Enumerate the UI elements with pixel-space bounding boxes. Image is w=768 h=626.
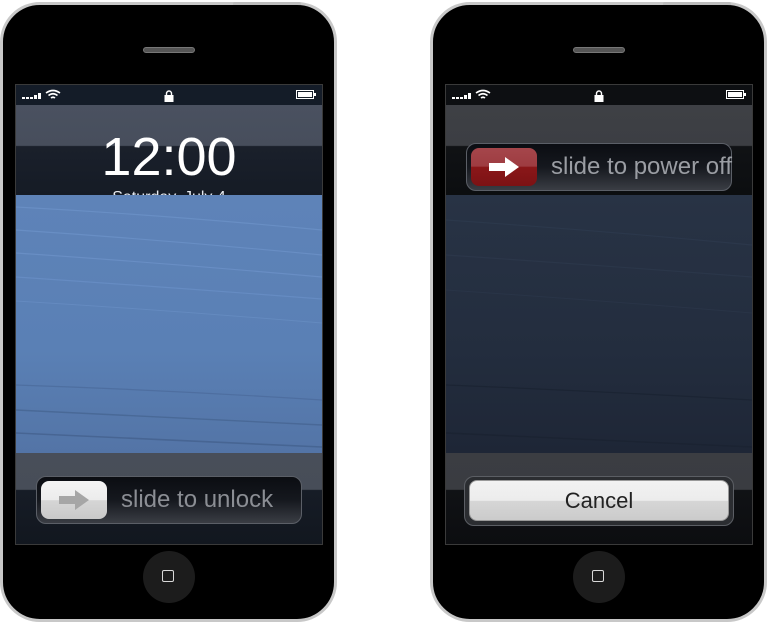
- slider-knob[interactable]: [41, 481, 107, 519]
- battery-icon: [726, 90, 746, 99]
- battery-icon: [296, 90, 316, 99]
- wifi-icon: [475, 89, 491, 99]
- power-off-panel: slide to power off: [446, 105, 752, 195]
- arrow-right-icon: [59, 490, 89, 510]
- sleep-wake-button[interactable]: [663, 2, 731, 5]
- signal-strength-icon: [452, 93, 471, 99]
- lock-icon: [164, 90, 174, 102]
- cancel-button-frame: Cancel: [464, 476, 734, 526]
- lock-icon: [594, 90, 604, 102]
- home-button[interactable]: [572, 551, 625, 603]
- wallpaper-waves: [446, 219, 752, 448]
- wallpaper: [446, 195, 752, 454]
- slide-to-unlock-slider[interactable]: slide to unlock: [36, 476, 302, 524]
- screen: 12:00 Saturday, July 4: [15, 84, 323, 545]
- slide-to-power-off-slider[interactable]: slide to power off: [466, 143, 732, 191]
- earpiece-speaker: [142, 47, 195, 53]
- wifi-icon: [45, 89, 61, 99]
- phone-lock-screen: 12:00 Saturday, July 4: [0, 2, 337, 622]
- home-square-icon: [161, 570, 174, 582]
- status-bar: [446, 85, 752, 105]
- status-bar: [16, 85, 322, 105]
- home-square-icon: [591, 570, 604, 582]
- wallpaper-waves: [16, 206, 322, 448]
- signal-strength-icon: [22, 93, 41, 99]
- home-button[interactable]: [142, 551, 195, 603]
- screen: slide to power off Cancel: [445, 84, 753, 545]
- arrow-right-icon: [489, 157, 519, 177]
- slider-label: slide to unlock: [121, 486, 274, 513]
- slider-knob[interactable]: [471, 148, 537, 186]
- unlock-panel: slide to unlock: [16, 453, 322, 544]
- cancel-panel: Cancel: [446, 453, 752, 544]
- sleep-wake-button[interactable]: [233, 2, 301, 5]
- clock-time: 12:00: [101, 127, 237, 187]
- cancel-button[interactable]: Cancel: [469, 480, 729, 521]
- slider-label: slide to power off: [551, 153, 732, 180]
- phone-power-off-screen: slide to power off Cancel: [430, 2, 767, 622]
- clock-panel: 12:00 Saturday, July 4: [16, 105, 322, 206]
- wallpaper: [16, 195, 322, 454]
- earpiece-speaker: [572, 47, 625, 53]
